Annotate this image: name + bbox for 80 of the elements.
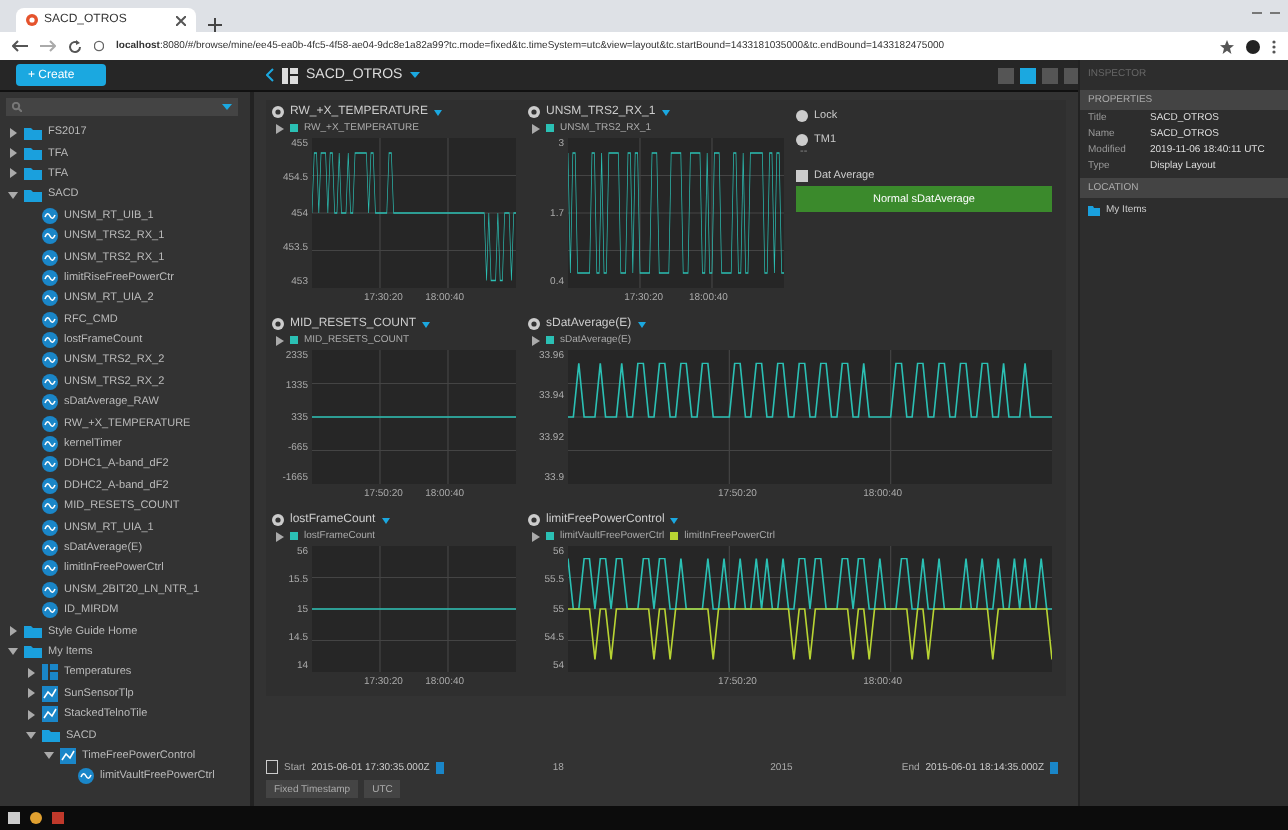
caret-icon[interactable] (637, 321, 646, 327)
telemetry-icon (42, 519, 58, 536)
telemetry-icon (42, 373, 58, 390)
browser-icon[interactable] (30, 812, 42, 824)
telemetry-icon (42, 207, 58, 224)
plot-icon (528, 318, 540, 330)
expand-arrow-icon[interactable] (276, 531, 284, 541)
plot-icon (528, 106, 540, 118)
telemetry-icon (42, 352, 58, 369)
search-icon (12, 102, 22, 112)
caret-icon[interactable] (410, 72, 421, 78)
search-field[interactable] (6, 98, 238, 116)
layout-icon (282, 67, 298, 83)
calendar-icon[interactable] (1050, 761, 1058, 773)
expand-arrow-icon[interactable] (8, 168, 18, 179)
expand-arrow-icon[interactable] (8, 127, 18, 138)
plot-icon (272, 514, 284, 526)
info-icon (94, 40, 104, 52)
telemetry-icon (42, 436, 58, 453)
back-icon[interactable] (12, 40, 28, 52)
calendar-icon[interactable] (435, 761, 444, 773)
clock-icon (266, 760, 278, 774)
expand-arrow-icon[interactable] (532, 335, 540, 345)
lock-icon (796, 110, 808, 122)
collapse-arrow-icon[interactable] (8, 189, 18, 200)
expand-arrow-icon[interactable] (26, 688, 36, 699)
star-icon[interactable] (1220, 39, 1234, 53)
edit-button[interactable] (1020, 67, 1036, 83)
new-tab-icon[interactable] (208, 18, 222, 32)
telemetry-icon (42, 394, 58, 411)
telemetry-icon (42, 581, 58, 598)
plot-icon (528, 514, 540, 526)
telemetry-icon (78, 768, 94, 785)
collapse-arrow-icon[interactable] (44, 750, 54, 761)
caret-icon[interactable] (381, 517, 390, 523)
telemetry-icon (42, 311, 58, 328)
plot-icon (272, 318, 284, 330)
telemetry-icon (42, 602, 58, 619)
telemetry-icon (42, 332, 58, 349)
expand-arrow-icon[interactable] (276, 335, 284, 345)
telemetry-icon (42, 228, 58, 245)
plot-icon (42, 706, 58, 723)
back-icon[interactable] (266, 68, 274, 82)
expand-arrow-icon[interactable] (8, 626, 18, 637)
caret-icon[interactable] (433, 109, 442, 115)
profile-icon[interactable] (1246, 39, 1260, 53)
expand-arrow-icon[interactable] (532, 531, 540, 541)
telemetry-icon (42, 498, 58, 515)
caret-icon[interactable] (661, 109, 670, 115)
telemetry-icon (42, 477, 58, 494)
site-icon (26, 14, 38, 26)
plot-icon (42, 685, 58, 702)
telemetry-icon (42, 415, 58, 432)
telemetry-icon (42, 560, 58, 577)
reload-icon[interactable] (68, 39, 82, 53)
expand-arrow-icon[interactable] (26, 667, 36, 678)
expand-arrow-icon[interactable] (276, 123, 284, 133)
telemetry-icon (42, 249, 58, 266)
folder-icon (1088, 205, 1100, 215)
start-icon[interactable] (8, 812, 20, 824)
telemetry-icon (42, 540, 58, 556)
caret-icon[interactable] (670, 517, 679, 523)
grid-toggle-button[interactable] (998, 67, 1014, 83)
expand-arrow-icon[interactable] (26, 709, 36, 720)
telemetry-icon (42, 290, 58, 307)
plot-icon (272, 106, 284, 118)
close-icon[interactable] (176, 15, 186, 25)
widget-icon (796, 170, 808, 182)
layout-icon (42, 664, 58, 681)
caret-icon[interactable] (422, 321, 431, 327)
folder-icon (42, 728, 60, 743)
expand-arrow-icon[interactable] (8, 148, 18, 159)
telemetry-icon (796, 134, 808, 146)
telemetry-icon (42, 456, 58, 473)
expand-arrow-icon[interactable] (532, 123, 540, 133)
plot-icon (60, 747, 76, 764)
telemetry-icon (42, 269, 58, 286)
collapse-arrow-icon[interactable] (26, 730, 36, 741)
collapse-arrow-icon[interactable] (8, 646, 18, 657)
caret-icon[interactable] (222, 104, 232, 110)
